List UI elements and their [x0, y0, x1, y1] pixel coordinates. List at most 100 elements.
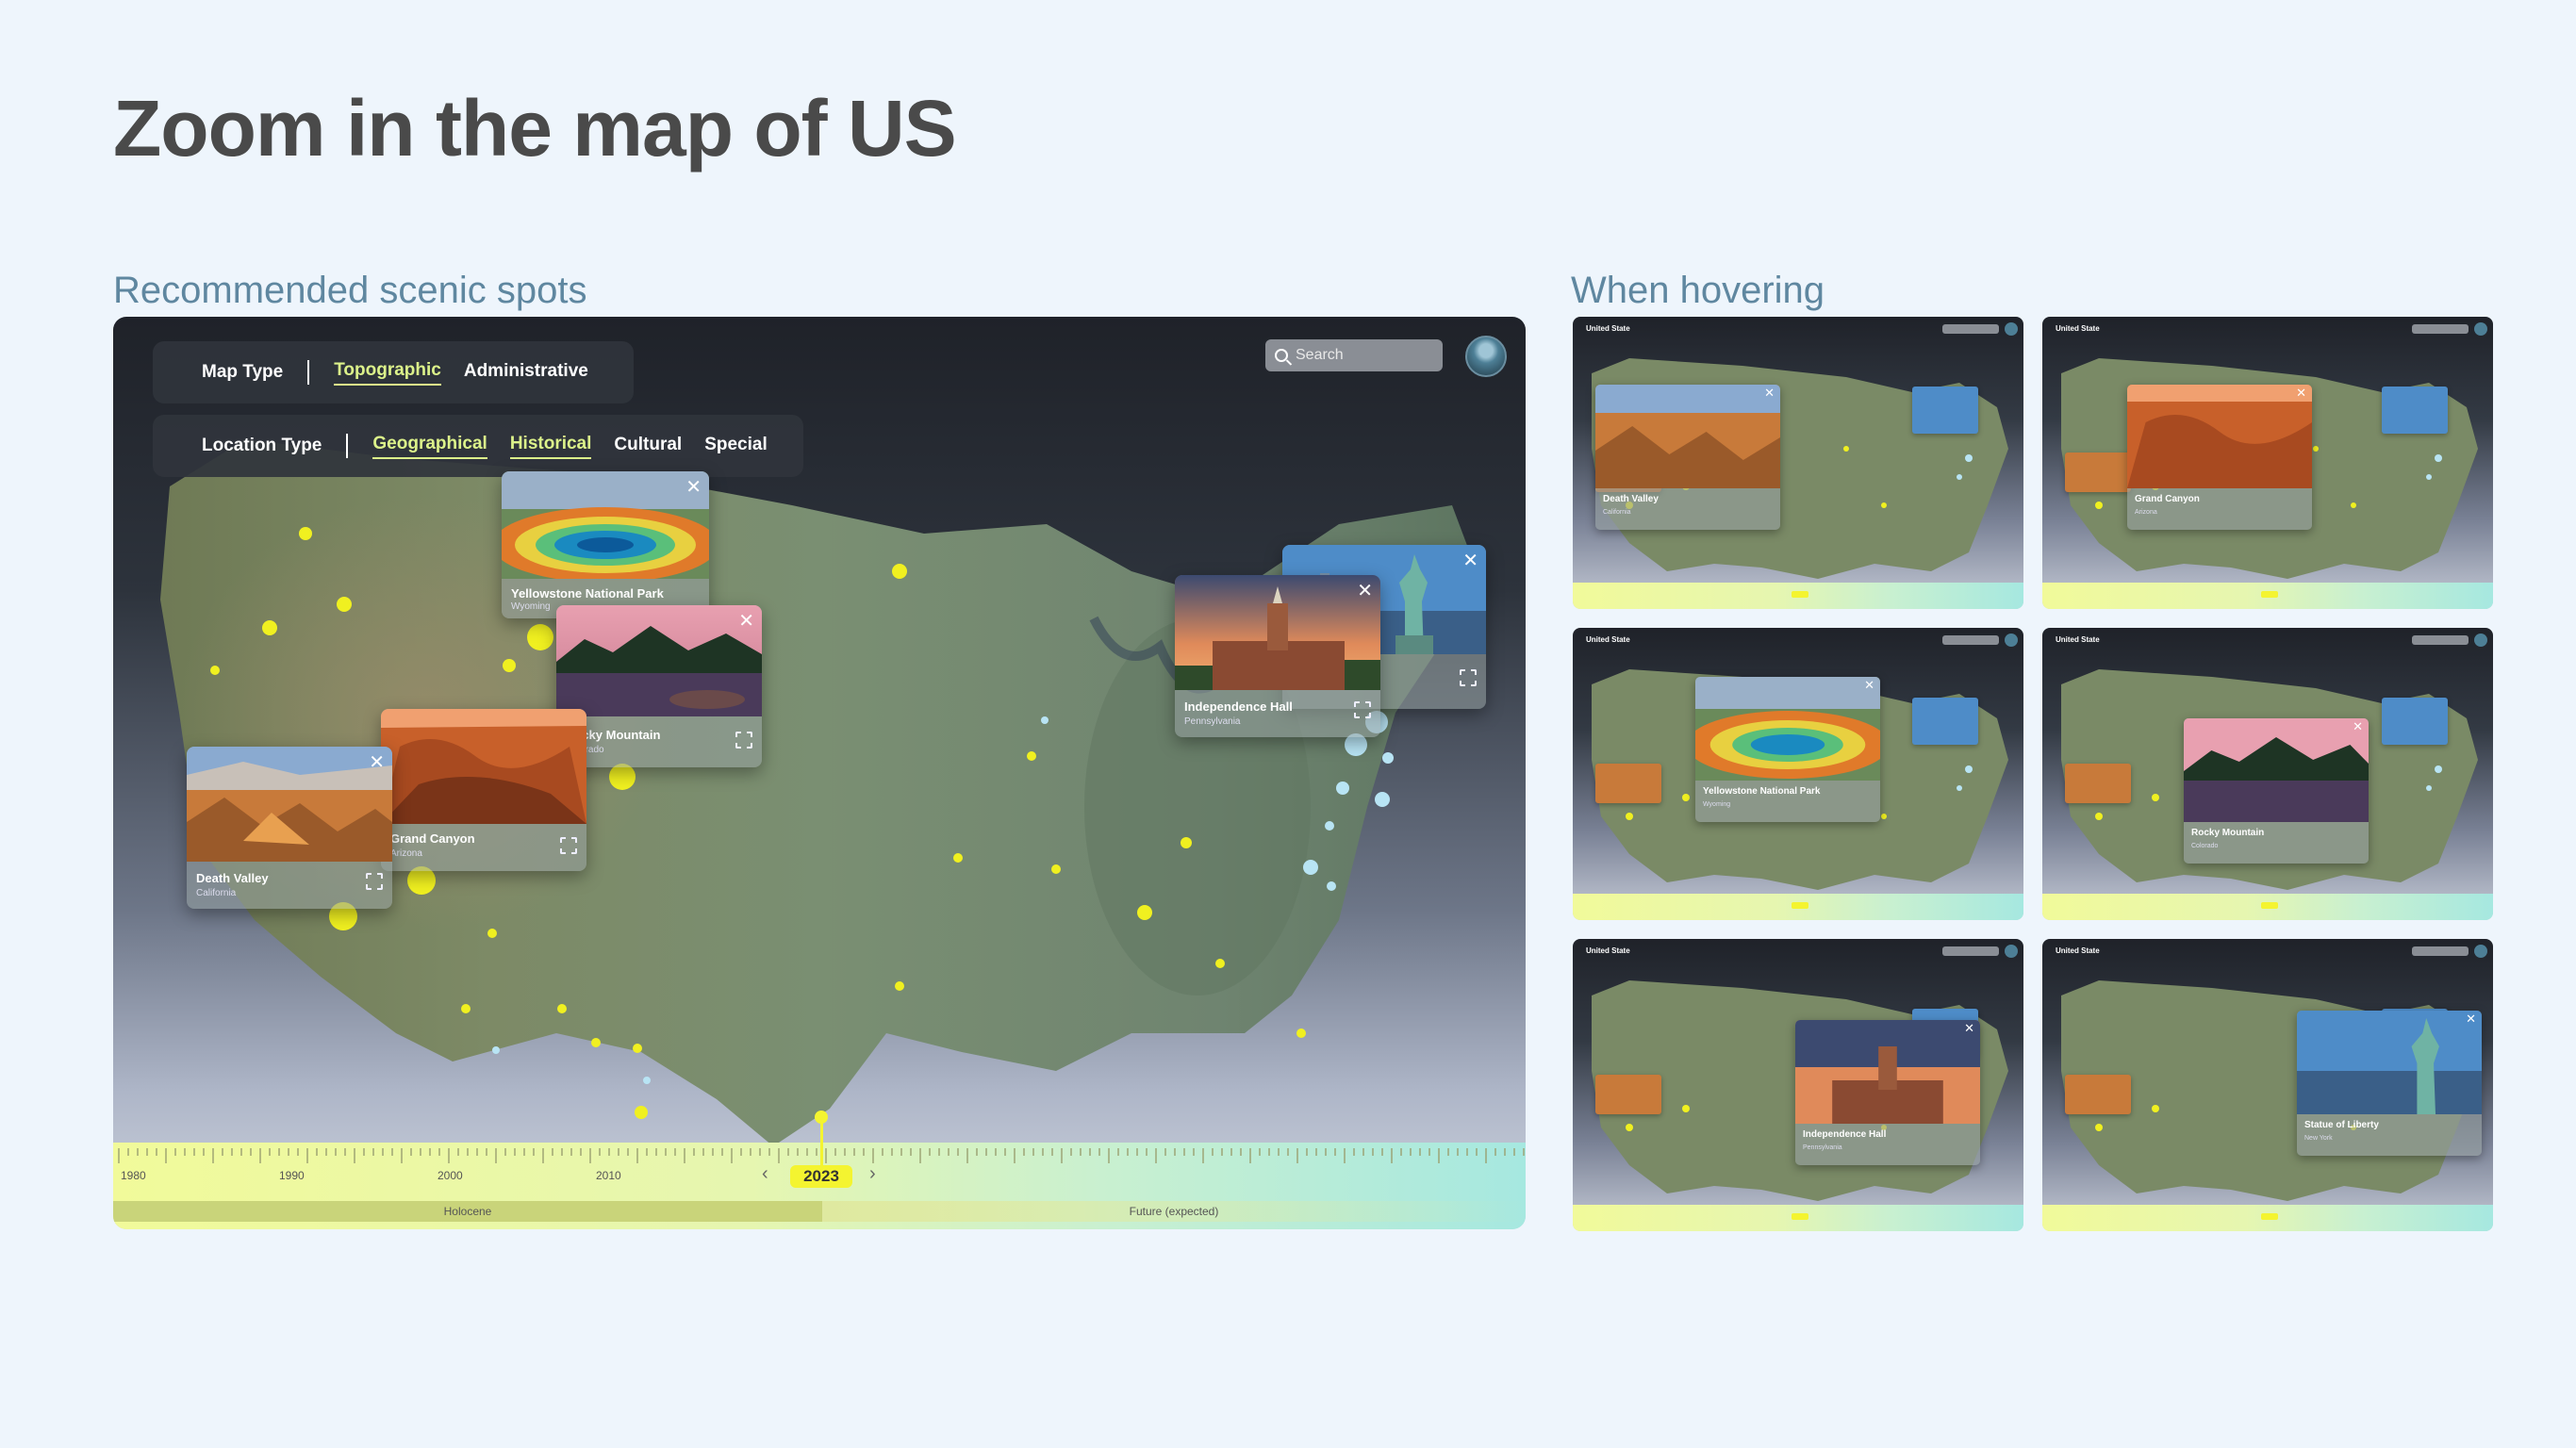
card-grand-canyon[interactable]: Grand Canyon Arizona [381, 709, 586, 871]
filter-cultural[interactable]: Cultural [614, 435, 682, 458]
card-subtitle: Colorado [2191, 843, 2219, 849]
card-title: Grand Canyon [2135, 494, 2200, 504]
card-subtitle: New York [2304, 1135, 2333, 1142]
expand-icon[interactable] [560, 837, 577, 854]
card-subtitle: Wyoming [511, 601, 551, 612]
era-future[interactable]: Future (expected) [822, 1201, 1526, 1222]
mini-card [1595, 764, 1661, 803]
hover-card-photo [2127, 385, 2312, 488]
close-icon[interactable]: ✕ [685, 475, 702, 499]
filter-geographical[interactable]: Geographical [372, 434, 487, 459]
close-icon[interactable]: ✕ [738, 609, 754, 633]
map-view[interactable]: Map Type Topographic Administrative Loca… [113, 317, 1526, 1229]
card-subtitle: Arizona [2135, 509, 2157, 516]
map-type-label: Map Type [202, 362, 284, 382]
tab-topographic[interactable]: Topographic [334, 360, 441, 386]
avatar [2474, 634, 2487, 647]
location-type-label: Location Type [202, 436, 322, 455]
hover-card-photo [1795, 1020, 1980, 1124]
card-title: Death Valley [196, 871, 269, 885]
rocky-mountain-photo [556, 605, 762, 716]
card-subtitle: Pennsylvania [1184, 716, 1241, 727]
close-icon[interactable]: ✕ [1462, 549, 1478, 572]
yellowstone-photo [502, 471, 709, 579]
hover-state-thumbnail: United State ✕ Yellowstone National Park Wy… [1573, 628, 2023, 920]
card-title: Grand Canyon [390, 831, 475, 846]
card-title: Yellowstone National Park [511, 586, 664, 601]
current-year-badge [2261, 591, 2278, 598]
search-input[interactable]: Search [1265, 339, 1443, 371]
tab-administrative[interactable]: Administrative [464, 361, 588, 385]
card-death-valley[interactable]: ✕ Death Valley California [187, 747, 392, 909]
expand-icon[interactable] [1354, 701, 1371, 718]
thumb-title: United State [1586, 946, 1630, 955]
thumb-title: United State [2056, 324, 2100, 333]
search-input [2412, 946, 2469, 956]
close-icon: ✕ [1764, 386, 1775, 400]
section-label-hovering: When hovering [1571, 270, 1825, 311]
chevron-right-icon[interactable]: › [869, 1163, 876, 1185]
card-yellowstone[interactable]: ✕ Yellowstone National Park Wyoming [502, 471, 709, 618]
section-label-recommended: Recommended scenic spots [113, 270, 587, 311]
mini-card [2065, 764, 2131, 803]
page-title: Zoom in the map of US [113, 84, 957, 173]
mini-card [1912, 387, 1978, 434]
death-valley-photo [187, 747, 392, 862]
expand-icon[interactable] [366, 873, 383, 890]
grand-canyon-photo [381, 709, 586, 824]
filter-special[interactable]: Special [704, 435, 768, 458]
close-icon[interactable]: ✕ [369, 750, 385, 774]
avatar [2005, 322, 2018, 336]
avatar [2005, 634, 2018, 647]
card-subtitle: California [196, 888, 237, 898]
hover-card: ✕ Statue of Liberty New York [2297, 1011, 2482, 1156]
expand-icon[interactable] [1460, 669, 1477, 686]
card-independence-hall[interactable]: ✕ Independence Hall Pennsylvania [1175, 575, 1380, 737]
avatar [2474, 322, 2487, 336]
mini-card [2065, 1075, 2131, 1114]
location-type-toolbar: Location Type Geographical Historical Cu… [153, 415, 803, 477]
timeline-year-label: 1990 [279, 1169, 305, 1182]
mini-card [2382, 698, 2448, 745]
avatar[interactable] [1465, 336, 1507, 377]
hover-card: ✕ Death Valley California [1595, 385, 1780, 530]
current-year-badge [2261, 1213, 2278, 1220]
hover-state-thumbnail: United State ✕ Independence Hall Pennsylvan… [1573, 939, 2023, 1231]
timeline-year-label: 2010 [596, 1169, 621, 1182]
hover-state-thumbnail: United State ✕ Grand Canyon Arizona [2042, 317, 2493, 609]
timeline[interactable]: 1980 1990 2000 2010 ‹ 2023 › Holocene Fu… [113, 1143, 1526, 1229]
close-icon: ✕ [2353, 719, 2363, 733]
map-type-toolbar: Map Type Topographic Administrative [153, 341, 634, 403]
current-year-badge [2261, 902, 2278, 909]
expand-icon[interactable] [735, 732, 752, 749]
card-title: Statue of Liberty [2304, 1120, 2379, 1130]
current-year-badge [1792, 591, 1808, 598]
hover-card-photo [1595, 385, 1780, 488]
close-icon: ✕ [1964, 1021, 1974, 1035]
timeline-pointer [820, 1116, 823, 1167]
close-icon: ✕ [2296, 386, 2306, 400]
thumb-title: United State [1586, 324, 1630, 333]
card-title: Rocky Mountain [2191, 828, 2265, 838]
card-title: Yellowstone National Park [1703, 786, 1821, 797]
hover-state-thumbnail: United State ✕ Statue of Liberty New York [2042, 939, 2493, 1231]
divider [307, 360, 310, 385]
current-year-badge [1792, 1213, 1808, 1220]
era-holocene[interactable]: Holocene [113, 1201, 822, 1222]
card-subtitle: Arizona [390, 848, 422, 859]
hover-card-photo [1695, 677, 1880, 781]
mini-card [2382, 387, 2448, 434]
card-rocky-mountain[interactable]: ✕ Rocky Mountain Colorado [556, 605, 762, 767]
mini-card [2065, 452, 2131, 492]
hover-card-photo [2184, 718, 2369, 822]
current-year-badge [1792, 902, 1808, 909]
chevron-left-icon[interactable]: ‹ [762, 1163, 768, 1185]
current-year-badge[interactable]: 2023 [790, 1165, 852, 1188]
close-icon[interactable]: ✕ [1357, 579, 1373, 602]
thumb-title: United State [2056, 946, 2100, 955]
hover-state-thumbnail: United State ✕ Rocky Mountain Colorado [2042, 628, 2493, 920]
search-placeholder: Search [1296, 347, 1344, 363]
thumb-title: United State [1586, 635, 1630, 644]
filter-historical[interactable]: Historical [509, 434, 592, 459]
timeline-year-label: 1980 [121, 1169, 146, 1182]
